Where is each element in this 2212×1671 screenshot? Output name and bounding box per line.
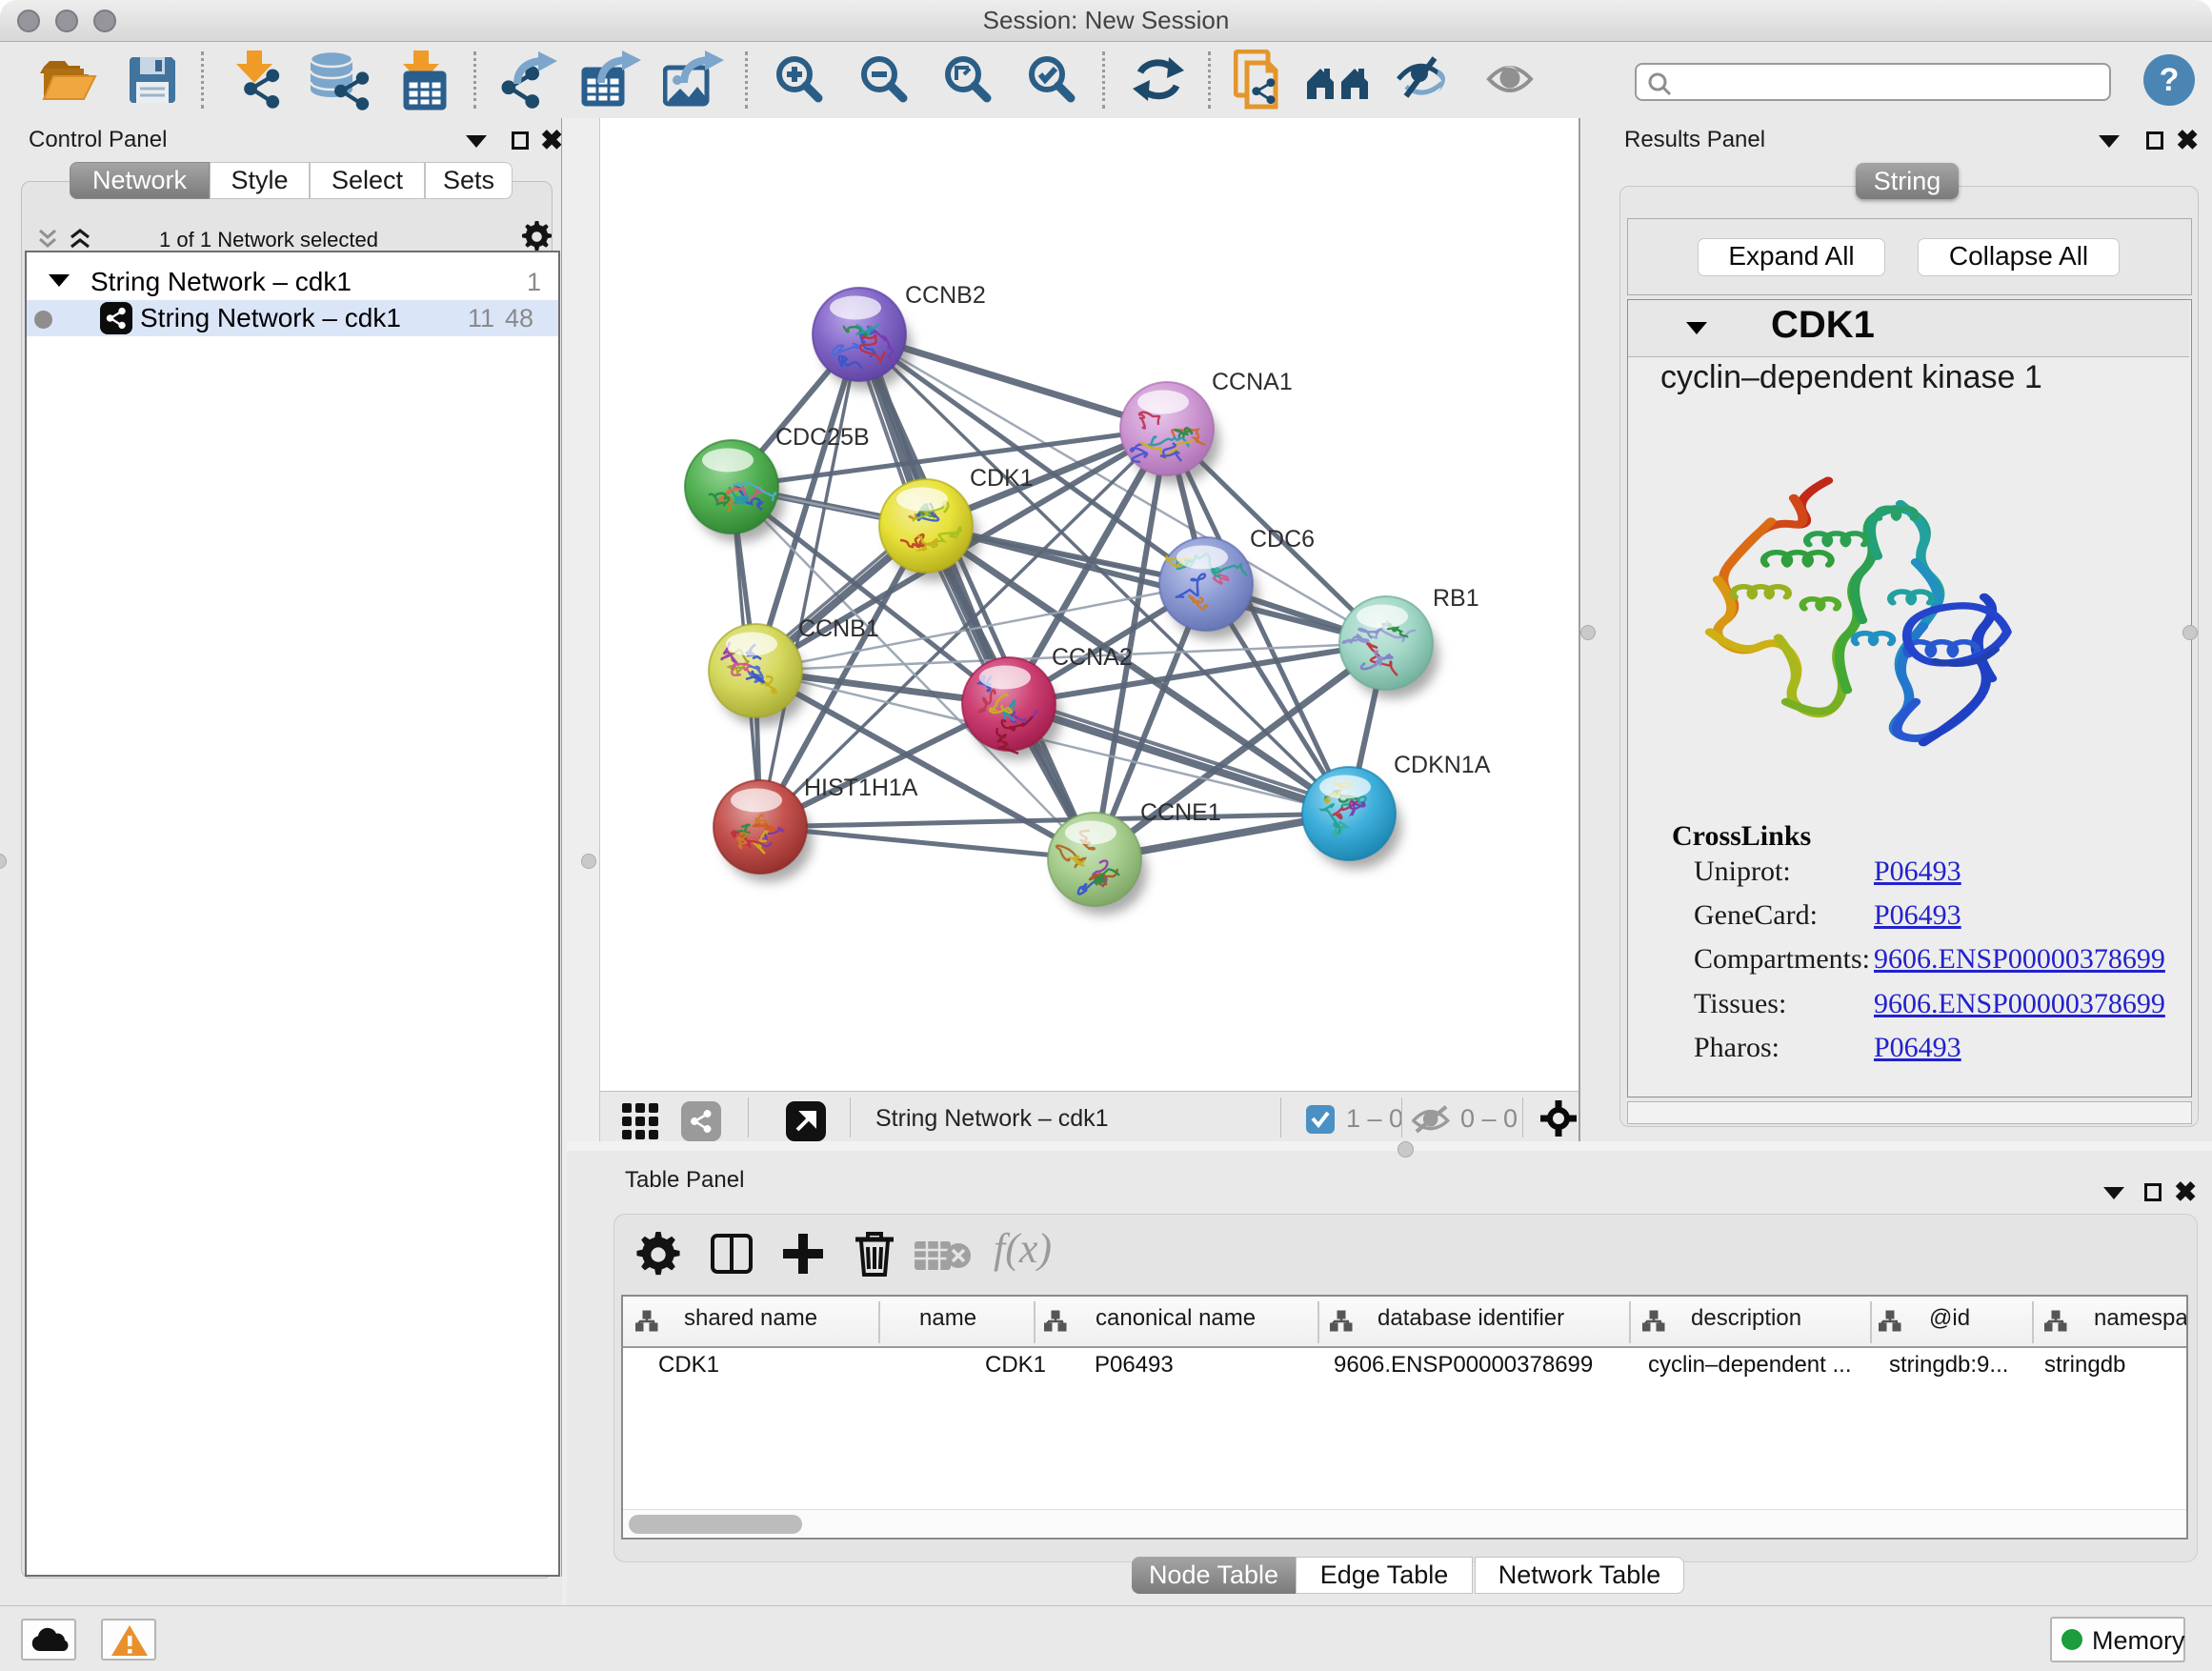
svg-text:CCNE1: CCNE1	[1140, 799, 1221, 826]
svg-text:CCNB1: CCNB1	[798, 615, 879, 642]
svg-text:RB1: RB1	[1433, 585, 1479, 612]
svg-text:CCNA2: CCNA2	[1052, 644, 1133, 671]
svg-text:CCNB2: CCNB2	[905, 282, 986, 309]
svg-text:CDC6: CDC6	[1250, 526, 1315, 553]
svg-text:CDKN1A: CDKN1A	[1394, 752, 1491, 778]
svg-text:CDC25B: CDC25B	[775, 424, 870, 451]
svg-text:CCNA1: CCNA1	[1212, 369, 1293, 395]
svg-text:CDK1: CDK1	[970, 465, 1034, 492]
svg-text:HIST1H1A: HIST1H1A	[804, 775, 918, 801]
